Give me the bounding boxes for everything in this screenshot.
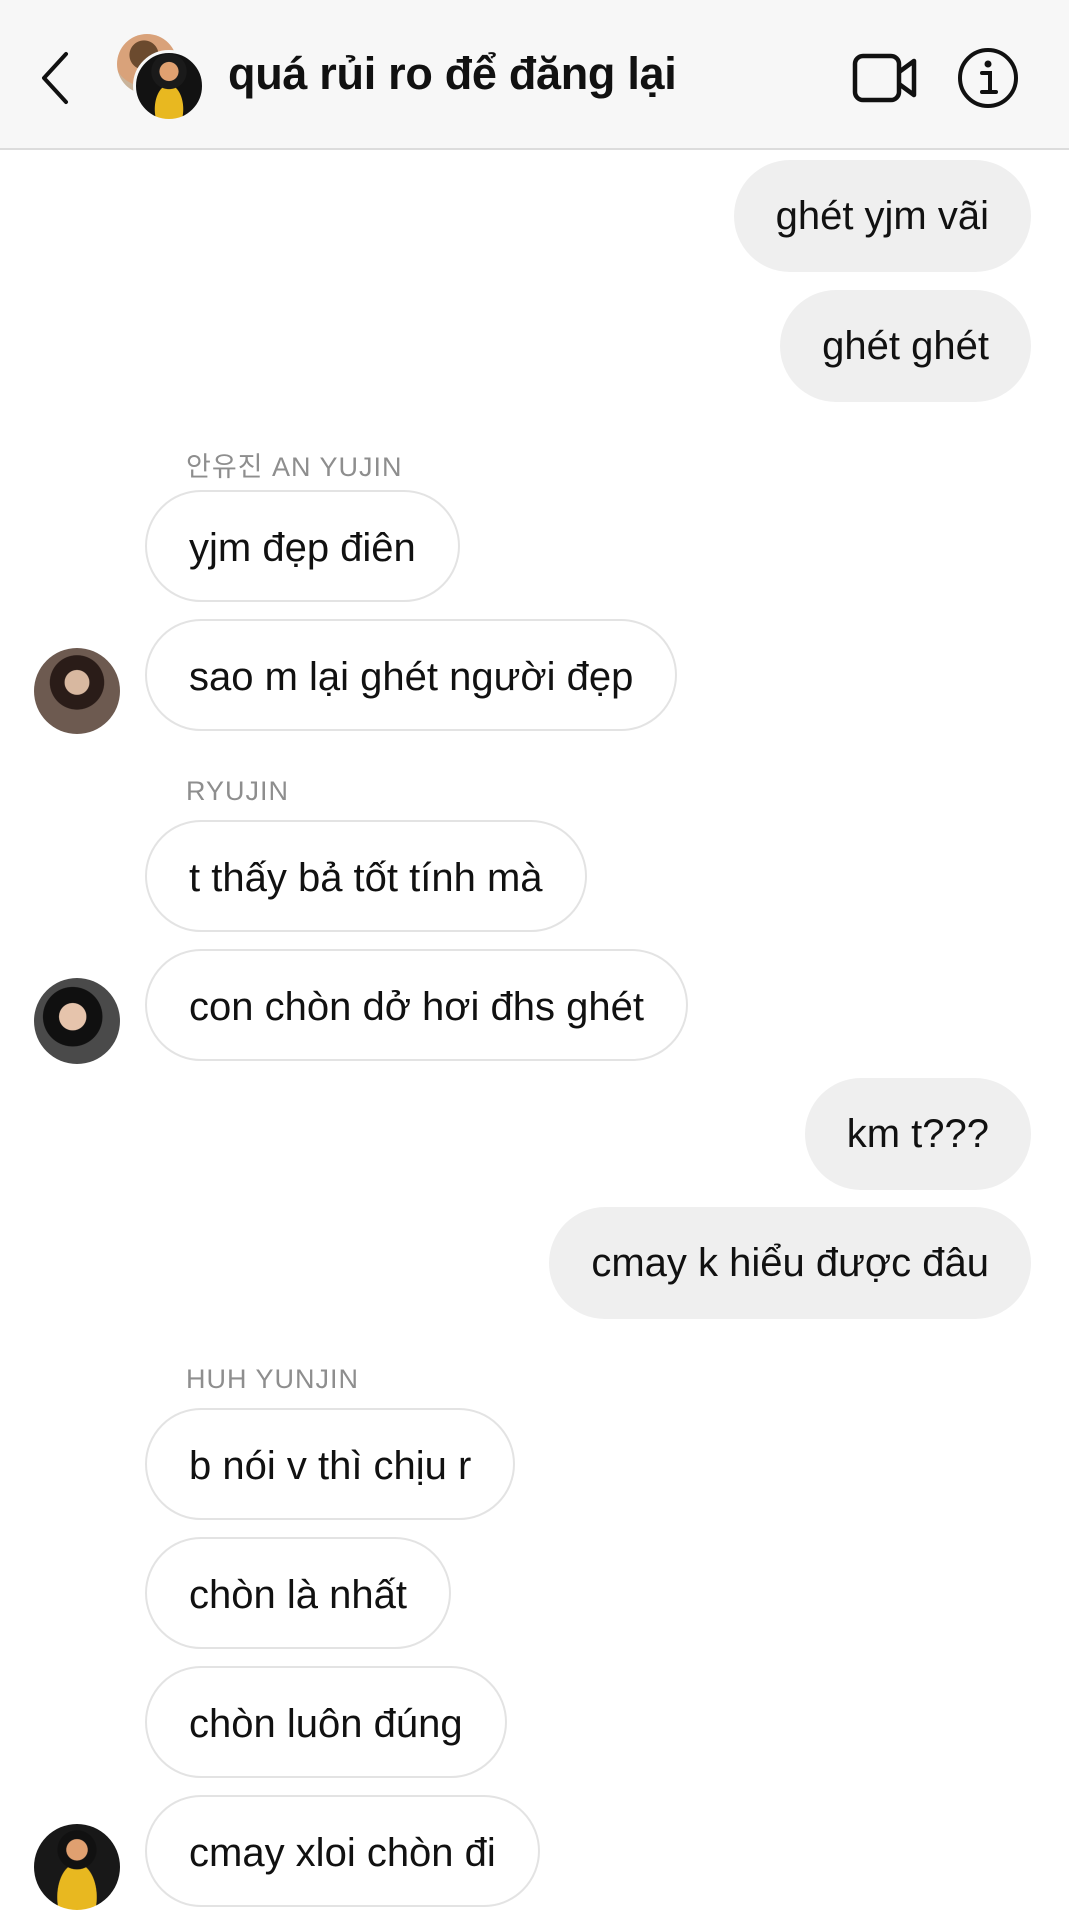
incoming-message[interactable]: con chòn dở hơi đhs ghét	[145, 949, 688, 1061]
video-camera-icon	[852, 53, 917, 103]
incoming-message[interactable]: b nói v thì chịu r	[145, 1408, 516, 1520]
info-icon	[958, 48, 1018, 108]
sender-name: 안유진 AN YUJIN	[186, 452, 403, 482]
chevron-left-icon	[42, 52, 68, 104]
outgoing-message[interactable]: ghét yjm vãi	[733, 160, 1031, 272]
sender-name: RYUJIN	[186, 776, 290, 806]
video-call-button[interactable]	[852, 50, 918, 106]
outgoing-message[interactable]: km t???	[804, 1078, 1031, 1190]
incoming-message[interactable]: sao m lại ghét người đẹp	[145, 619, 678, 731]
incoming-message[interactable]: cmay xloi chòn đi	[145, 1795, 540, 1907]
member-avatar-front	[133, 50, 205, 122]
info-button[interactable]	[956, 46, 1020, 110]
chat-title[interactable]: quá rủi ro để đăng lại	[228, 48, 677, 100]
outgoing-message[interactable]: ghét ghét	[780, 290, 1031, 402]
incoming-message[interactable]: t thấy bả tốt tính mà	[145, 820, 587, 932]
incoming-message[interactable]: chòn là nhất	[145, 1537, 451, 1649]
incoming-message[interactable]: yjm đẹp điên	[145, 490, 460, 602]
sender-avatar[interactable]	[34, 1824, 120, 1910]
sender-name: HUH YUNJIN	[186, 1364, 360, 1394]
chat-header: quá rủi ro để đăng lại	[0, 0, 1069, 150]
outgoing-message[interactable]: cmay k hiểu được đâu	[549, 1207, 1031, 1319]
group-avatar[interactable]	[115, 34, 205, 124]
back-button[interactable]	[36, 48, 76, 108]
incoming-message[interactable]: chòn luôn đúng	[145, 1666, 507, 1778]
sender-avatar[interactable]	[34, 978, 120, 1064]
sender-avatar[interactable]	[34, 648, 120, 734]
